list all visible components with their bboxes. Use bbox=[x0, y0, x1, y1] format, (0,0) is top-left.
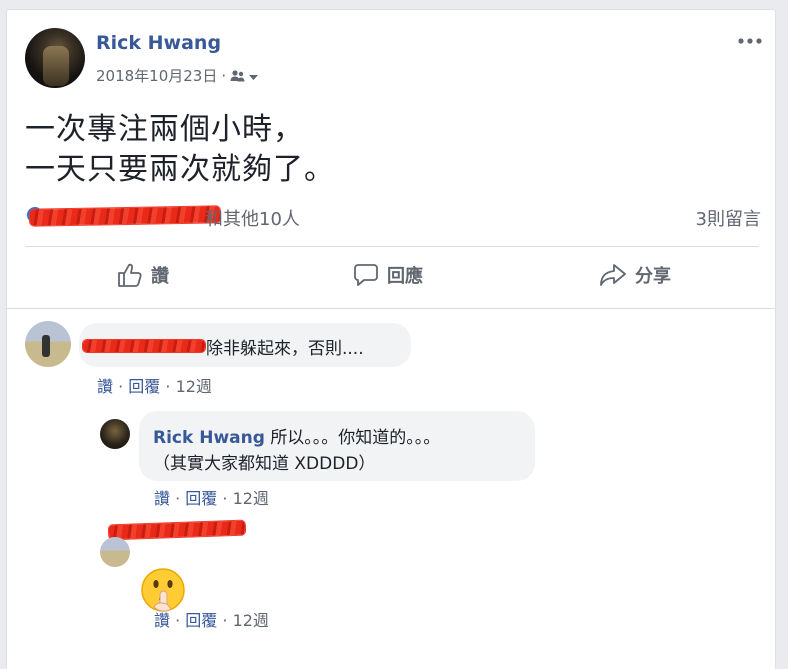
post-meta: 2018年10月23日 · bbox=[96, 65, 260, 86]
action-bar: 讚 回應 分享 bbox=[25, 250, 759, 300]
reply-reply-link[interactable]: 回覆 bbox=[185, 489, 217, 508]
emoji-reply-link[interactable]: 回覆 bbox=[185, 611, 217, 630]
share-button[interactable]: 分享 bbox=[599, 250, 671, 300]
friends-audience-icon[interactable] bbox=[230, 69, 260, 83]
author-avatar[interactable] bbox=[25, 28, 85, 88]
reply-line: Rick Hwang 所以。。。你知道的。。。 bbox=[153, 423, 440, 448]
separator: · bbox=[175, 611, 186, 630]
separator: · bbox=[165, 377, 176, 396]
comment-button[interactable]: 回應 bbox=[353, 250, 423, 300]
comments-section: 除非躲起來，否則.... 讚 · 回覆 · 12週 Rick Hwang 所以。… bbox=[7, 308, 775, 669]
more-options-icon[interactable] bbox=[737, 30, 763, 52]
comment-label: 回應 bbox=[387, 266, 423, 287]
separator: · bbox=[222, 489, 233, 508]
redacted-names bbox=[29, 206, 221, 226]
post-card: Rick Hwang 2018年10月23日 · 一次專注兩個小時， 一天只要兩… bbox=[6, 9, 776, 669]
reactions-text[interactable]: 和其他10人 bbox=[205, 205, 300, 231]
post-date[interactable]: 2018年10月23日 bbox=[96, 65, 217, 86]
post-author[interactable]: Rick Hwang bbox=[96, 32, 221, 54]
commenter-avatar[interactable] bbox=[25, 321, 71, 367]
comment-count[interactable]: 3則留言 bbox=[696, 205, 761, 231]
emoji-reply-actions: 讚 · 回覆 · 12週 bbox=[154, 607, 269, 631]
comment-like-link[interactable]: 讚 bbox=[97, 377, 113, 396]
emoji-reply-time[interactable]: 12週 bbox=[233, 611, 269, 630]
reply-text-line2: （其實大家都知道 XDDDD） bbox=[153, 454, 376, 474]
reply-like-link[interactable]: 讚 bbox=[154, 489, 170, 508]
comment-bubble: 除非躲起來，否則.... bbox=[79, 323, 411, 367]
thumbs-up-icon bbox=[118, 263, 142, 287]
reply-bubble: Rick Hwang 所以。。。你知道的。。。 （其實大家都知道 XDDDD） bbox=[139, 411, 535, 481]
separator: · bbox=[222, 611, 233, 630]
separator: · bbox=[175, 489, 186, 508]
comment-text: 除非躲起來，否則.... bbox=[206, 339, 364, 359]
post-body: 一次專注兩個小時， 一天只要兩次就夠了。 bbox=[25, 110, 335, 190]
post-text-line: 一天只要兩次就夠了。 bbox=[25, 152, 335, 187]
post-text-line: 一次專注兩個小時， bbox=[25, 112, 304, 147]
reply-time[interactable]: 12週 bbox=[233, 489, 269, 508]
reply-text: 所以。。。你知道的。。。 bbox=[270, 428, 441, 448]
share-arrow-icon bbox=[600, 264, 626, 286]
meta-separator: · bbox=[221, 66, 227, 85]
divider bbox=[25, 246, 759, 247]
redacted-reply-name bbox=[108, 520, 246, 540]
emoji-reply-avatar[interactable] bbox=[100, 537, 130, 567]
redacted-commenter-name bbox=[83, 340, 205, 352]
reply-author-name[interactable]: Rick Hwang bbox=[153, 428, 265, 448]
emoji-like-link[interactable]: 讚 bbox=[154, 611, 170, 630]
reactions-summary[interactable]: 和其他10人 3則留言 bbox=[25, 203, 761, 231]
share-label: 分享 bbox=[635, 266, 671, 287]
comment-reply-link[interactable]: 回覆 bbox=[128, 377, 160, 396]
like-button[interactable]: 讚 bbox=[117, 250, 169, 300]
reply-actions: 讚 · 回覆 · 12週 bbox=[154, 485, 269, 509]
speech-bubble-icon bbox=[354, 264, 378, 286]
reply-author-avatar[interactable] bbox=[100, 419, 130, 449]
comment-time[interactable]: 12週 bbox=[176, 377, 212, 396]
separator: · bbox=[118, 377, 129, 396]
like-label: 讚 bbox=[151, 266, 169, 287]
comment-actions: 讚 · 回覆 · 12週 bbox=[97, 373, 212, 397]
